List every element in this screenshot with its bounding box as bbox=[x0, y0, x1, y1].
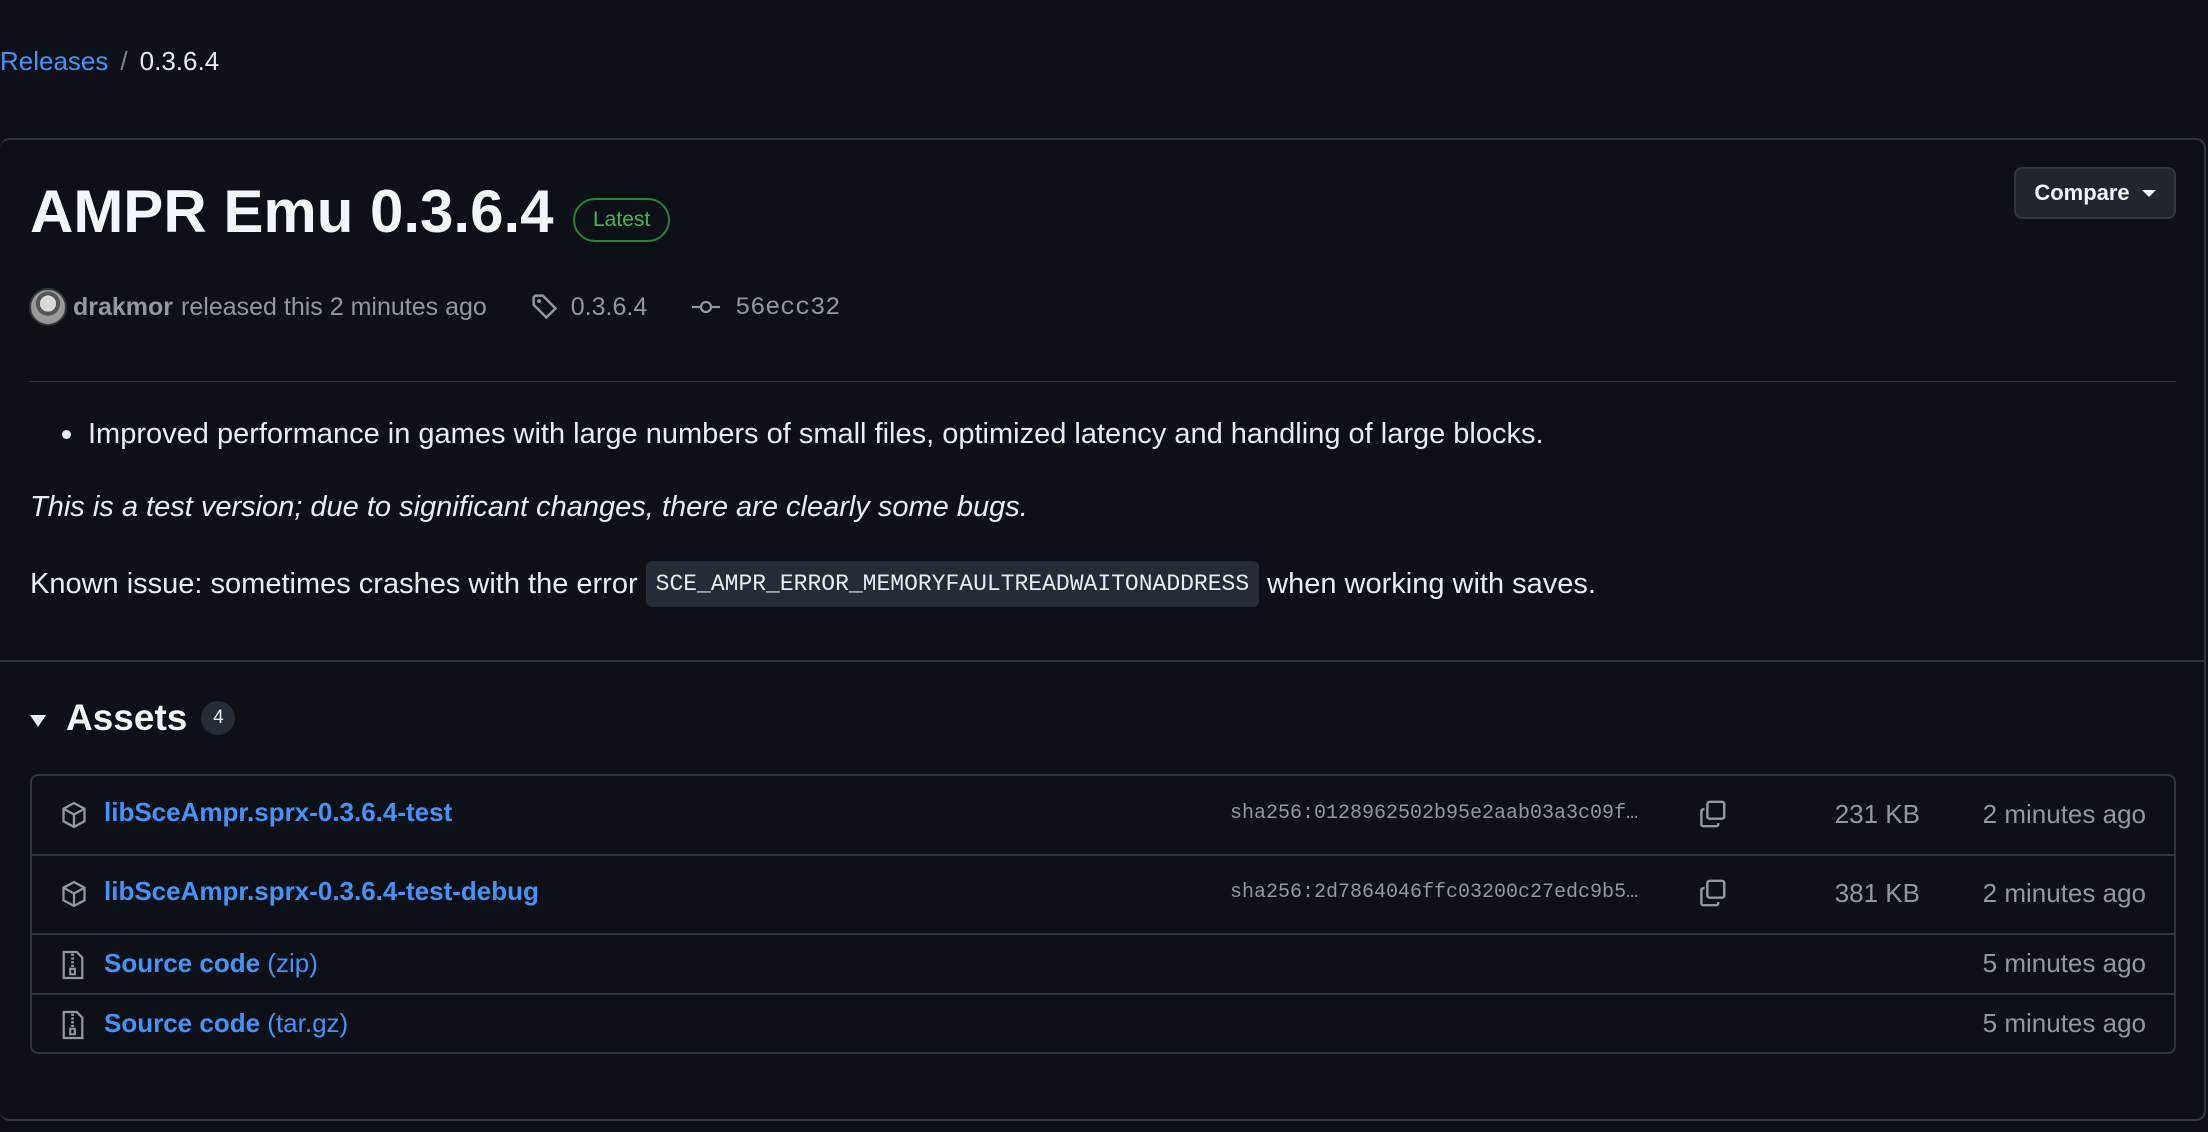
asset-row: Source code (tar.gz) 5 minutes ago bbox=[32, 993, 2174, 1052]
section-divider bbox=[0, 660, 2206, 662]
error-code: SCE_AMPR_ERROR_MEMORYFAULTREADWAITONADDR… bbox=[645, 561, 1260, 607]
asset-time: 2 minutes ago bbox=[1982, 799, 2146, 829]
avatar[interactable] bbox=[29, 288, 67, 326]
asset-format: (tar.gz) bbox=[267, 1008, 349, 1038]
commit-link[interactable]: 56ecc32 bbox=[691, 293, 840, 322]
compare-button[interactable]: Compare bbox=[2014, 167, 2176, 219]
known-issue-suffix: when working with saves. bbox=[1267, 568, 1596, 600]
commit-icon bbox=[692, 300, 721, 314]
released-text: released this 2 minutes ago bbox=[181, 292, 487, 321]
asset-format: (zip) bbox=[267, 948, 318, 978]
breadcrumb: Releases / 0.3.6.4 bbox=[0, 44, 219, 78]
assets-list: libSceAmpr.sprx-0.3.6.4-test sha256:0128… bbox=[30, 774, 2176, 1054]
tag-label: 0.3.6.4 bbox=[570, 292, 648, 321]
asset-download-link[interactable]: libSceAmpr.sprx-0.3.6.4-test bbox=[104, 797, 452, 828]
tag-link[interactable]: 0.3.6.4 bbox=[531, 293, 647, 322]
asset-time: 5 minutes ago bbox=[1982, 948, 2146, 978]
asset-time: 2 minutes ago bbox=[1982, 878, 2146, 908]
asset-name-label: Source code bbox=[104, 948, 261, 978]
source-code-targz-link[interactable]: Source code (tar.gz) bbox=[104, 1008, 348, 1039]
caret-down-icon bbox=[2141, 189, 2156, 197]
latest-badge: Latest bbox=[573, 198, 671, 242]
notes-italic-text: This is a test version; due to significa… bbox=[30, 491, 1028, 523]
divider bbox=[29, 381, 2176, 382]
asset-row: libSceAmpr.sprx-0.3.6.4-test-debug sha25… bbox=[32, 854, 2174, 933]
breadcrumb-current: 0.3.6.4 bbox=[139, 46, 220, 76]
known-issue-prefix: Known issue: sometimes crashes with the … bbox=[30, 568, 638, 600]
file-zip-icon bbox=[62, 1010, 84, 1040]
release-meta: drakmor released this 2 minutes ago 0.3.… bbox=[29, 288, 840, 326]
asset-size: 231 KB bbox=[1834, 799, 1920, 829]
asset-name-label: Source code bbox=[104, 1008, 261, 1038]
triangle-down-icon bbox=[30, 715, 46, 727]
package-icon bbox=[62, 880, 86, 908]
asset-row: Source code (zip) 5 minutes ago bbox=[32, 933, 2174, 993]
asset-sha: sha256:0128962502b95e2aab03a3c09f… bbox=[1230, 802, 1639, 825]
tag-icon bbox=[532, 294, 558, 320]
file-zip-icon bbox=[62, 950, 84, 980]
notes-bullet-text: Improved performance in games with large… bbox=[88, 418, 1544, 450]
asset-download-link[interactable]: libSceAmpr.sprx-0.3.6.4-test-debug bbox=[104, 876, 539, 907]
assets-count-badge: 4 bbox=[201, 701, 236, 735]
source-code-zip-link[interactable]: Source code (zip) bbox=[104, 948, 318, 979]
notes-bullet-item: Improved performance in games with large… bbox=[62, 415, 1544, 453]
asset-time: 5 minutes ago bbox=[1982, 1008, 2146, 1038]
copy-icon[interactable] bbox=[1698, 799, 1728, 829]
assets-title: Assets bbox=[66, 697, 188, 738]
release-title[interactable]: AMPR Emu 0.3.6.4 bbox=[30, 176, 554, 248]
asset-row: libSceAmpr.sprx-0.3.6.4-test sha256:0128… bbox=[32, 776, 2174, 854]
breadcrumb-separator: / bbox=[120, 46, 128, 76]
asset-size: 381 KB bbox=[1834, 878, 1920, 908]
compare-label: Compare bbox=[2034, 180, 2130, 205]
package-icon bbox=[62, 801, 86, 829]
breadcrumb-releases-link[interactable]: Releases bbox=[0, 44, 108, 78]
author-link[interactable]: drakmor bbox=[73, 293, 173, 322]
bullet-dot bbox=[62, 429, 71, 439]
notes-known-issue: Known issue: sometimes crashes with the … bbox=[30, 561, 1596, 607]
commit-label: 56ecc32 bbox=[735, 292, 841, 322]
assets-toggle[interactable]: Assets 4 bbox=[30, 696, 236, 740]
copy-icon[interactable] bbox=[1698, 878, 1728, 908]
asset-sha: sha256:2d7864046ffc03200c27edc9b5… bbox=[1230, 881, 1639, 904]
